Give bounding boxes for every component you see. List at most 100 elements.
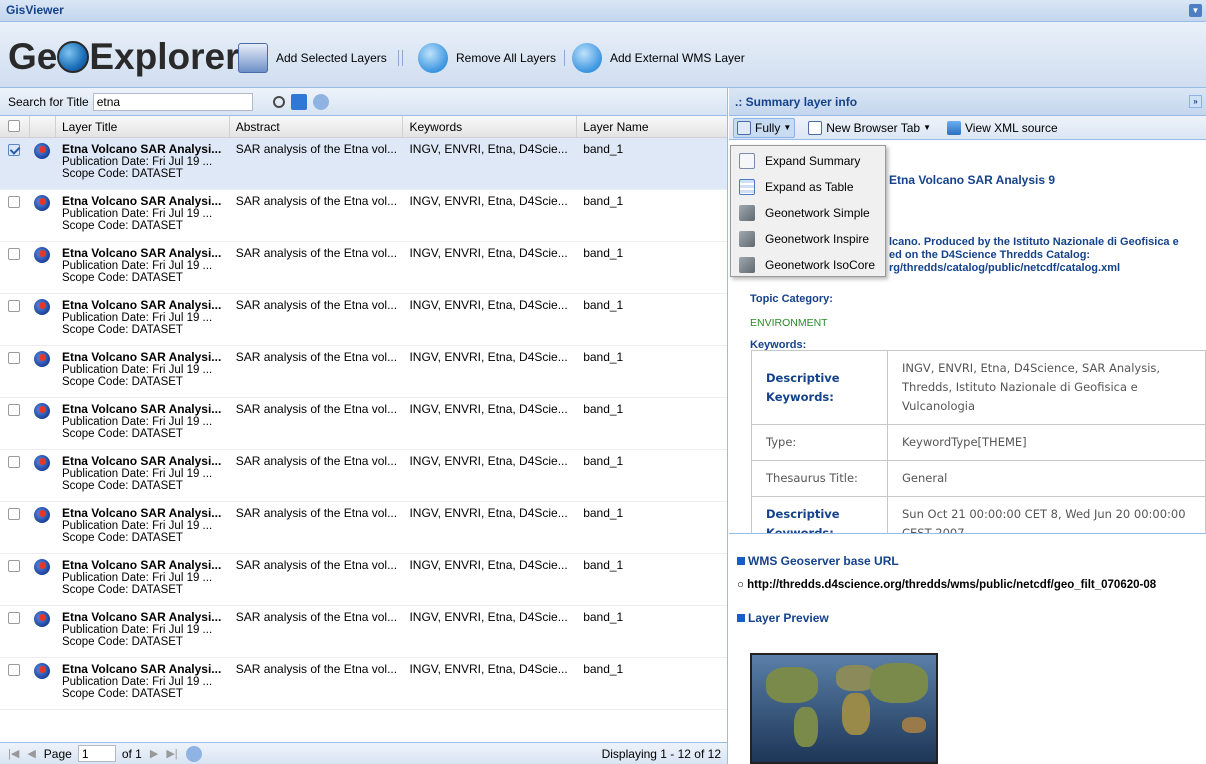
layer-title-cell: Etna Volcano SAR Analysi... Publication D…: [56, 658, 230, 709]
table-row[interactable]: Etna Volcano SAR Analysi... Publication D…: [0, 606, 727, 658]
menu-item-geonetwork-simple[interactable]: Geonetwork Simple: [731, 200, 885, 226]
row-checkbox[interactable]: [8, 404, 20, 416]
new-browser-tab-button[interactable]: New Browser Tab ▼: [805, 119, 934, 137]
publication-date: Publication Date: Fri Jul 19 ...: [61, 156, 213, 168]
table-row[interactable]: Etna Volcano SAR Analysi... Publication D…: [0, 190, 727, 242]
row-checkbox[interactable]: [8, 456, 20, 468]
globe-icon: [57, 41, 90, 73]
layer-icon: [33, 403, 50, 419]
row-checkbox[interactable]: [8, 352, 20, 364]
column-header-abstract[interactable]: Abstract: [230, 116, 404, 137]
geoexplorer-logo: Ge Explorer: [8, 36, 240, 77]
grid-header: Layer Title Abstract Keywords Layer Name: [0, 116, 727, 138]
table-row[interactable]: Etna Volcano SAR Analysi... Publication D…: [0, 450, 727, 502]
publication-date: Publication Date: Fri Jul 19 ...: [61, 208, 213, 220]
move-icon: [737, 120, 751, 135]
keywords-value: General: [887, 460, 1206, 497]
column-header-layer-name[interactable]: Layer Name: [577, 116, 727, 137]
search-input[interactable]: [92, 92, 253, 111]
keywords-value: KeywordType[THEME]: [887, 424, 1206, 461]
add-selected-layers-button[interactable]: Add Selected Layers: [238, 42, 387, 74]
xml-icon: [947, 120, 962, 135]
row-checkbox[interactable]: [8, 300, 20, 312]
prev-page-icon[interactable]: ◀: [27, 747, 35, 760]
remove-all-layers-button[interactable]: Remove All Layers: [418, 42, 556, 74]
table-row[interactable]: Etna Volcano SAR Analysi... Publication D…: [0, 294, 727, 346]
refresh-icon[interactable]: [185, 745, 202, 762]
menu-item-expand-summary[interactable]: Expand Summary: [731, 148, 885, 174]
select-all-checkbox[interactable]: [8, 120, 20, 132]
page-count: of 1: [121, 746, 142, 761]
row-checkbox[interactable]: [8, 248, 20, 260]
keywords-row: Descriptive Keywords: INGV, ENVRI, Etna, …: [751, 350, 1206, 425]
layer-title: Etna Volcano SAR Analysi...: [61, 194, 222, 208]
keywords-key: Thesaurus Title:: [751, 460, 888, 497]
bullet-icon: [737, 557, 745, 565]
publication-date: Publication Date: Fri Jul 19 ...: [61, 572, 213, 584]
keywords-cell: INGV, ENVRI, Etna, D4Scie...: [409, 142, 568, 156]
layer-icon: [33, 663, 50, 679]
table-row[interactable]: Etna Volcano SAR Analysi... Publication D…: [0, 502, 727, 554]
layer-title-cell: Etna Volcano SAR Analysi... Publication D…: [56, 398, 230, 449]
keywords-cell: INGV, ENVRI, Etna, D4Scie...: [409, 662, 568, 676]
scope-code: Scope Code: DATASET: [61, 220, 183, 232]
layer-icon: [33, 143, 50, 159]
table-row[interactable]: Etna Volcano SAR Analysi... Publication D…: [0, 346, 727, 398]
row-checkbox[interactable]: [8, 612, 20, 624]
table-row[interactable]: Etna Volcano SAR Analysi... Publication D…: [0, 658, 727, 710]
next-page-icon[interactable]: ▶: [150, 747, 158, 760]
column-header-keywords[interactable]: Keywords: [403, 116, 578, 137]
publication-date: Publication Date: Fri Jul 19 ...: [61, 364, 213, 376]
menu-item-geonetwork-isocore[interactable]: Geonetwork IsoCore: [731, 252, 885, 278]
column-header-title[interactable]: Layer Title: [56, 116, 230, 137]
table-row[interactable]: Etna Volcano SAR Analysi... Publication D…: [0, 398, 727, 450]
layer-name-cell: band_1: [583, 506, 624, 520]
abstract-cell: SAR analysis of the Etna vol...: [235, 506, 398, 520]
keywords-cell: INGV, ENVRI, Etna, D4Scie...: [409, 298, 568, 312]
menu-item-geonetwork-inspire[interactable]: Geonetwork Inspire: [731, 226, 885, 252]
menu-item-expand-table[interactable]: Expand as Table: [731, 174, 885, 200]
page-input[interactable]: [77, 745, 116, 762]
icon-column-header: [30, 116, 56, 137]
row-checkbox[interactable]: [8, 560, 20, 572]
layer-title: Etna Volcano SAR Analysi...: [61, 350, 222, 364]
keywords-value: Sun Oct 21 00:00:00 CET 8, Wed Jun 20 00…: [887, 496, 1206, 533]
refresh-icon[interactable]: [312, 93, 329, 110]
displaying-count: Displaying 1 - 12 of 12: [601, 746, 721, 761]
search-icon[interactable]: [272, 95, 285, 108]
abstract-cell: SAR analysis of the Etna vol...: [235, 142, 398, 156]
table-row[interactable]: Etna Volcano SAR Analysi... Publication D…: [0, 242, 727, 294]
publication-date: Publication Date: Fri Jul 19 ...: [61, 468, 213, 480]
main-toolbar: Ge Explorer Add Selected Layers Remove Al…: [0, 22, 1206, 88]
preview-title: Layer Preview: [748, 611, 829, 625]
row-checkbox[interactable]: [8, 144, 20, 156]
row-checkbox[interactable]: [8, 196, 20, 208]
map-landmass: [842, 693, 870, 735]
add-external-wms-button[interactable]: Add External WMS Layer: [572, 42, 745, 74]
publication-date: Publication Date: Fri Jul 19 ...: [61, 520, 213, 532]
publication-date: Publication Date: Fri Jul 19 ...: [61, 312, 213, 324]
table-row[interactable]: Etna Volcano SAR Analysi... Publication D…: [0, 554, 727, 606]
toolbar-separator: [402, 50, 403, 66]
table-row[interactable]: Etna Volcano SAR Analysi... Publication D…: [0, 138, 727, 190]
last-page-icon[interactable]: ▶|: [166, 747, 177, 760]
wms-url[interactable]: ○ http://thredds.d4science.org/thredds/w…: [737, 579, 1156, 591]
row-checkbox[interactable]: [8, 664, 20, 676]
first-page-icon[interactable]: |◀: [8, 747, 19, 760]
expand-icon[interactable]: »: [1189, 95, 1202, 108]
search-label: Search for Title: [8, 94, 89, 109]
publication-date: Publication Date: Fri Jul 19 ...: [61, 416, 213, 428]
view-xml-source-button[interactable]: View XML source: [944, 119, 1061, 137]
row-checkbox-cell: [0, 242, 30, 293]
layer-title: Etna Volcano SAR Analysis 9: [889, 173, 1056, 187]
layer-icon-cell: [30, 294, 56, 345]
fully-menu-button[interactable]: Fully ▼: [733, 117, 796, 138]
layer-icon: [33, 559, 50, 575]
abstract-cell: SAR analysis of the Etna vol...: [235, 194, 398, 208]
clear-icon[interactable]: [290, 93, 307, 110]
row-checkbox[interactable]: [8, 508, 20, 520]
collapse-icon[interactable]: ▼: [1189, 4, 1202, 17]
remove-icon: [418, 43, 448, 73]
abstract-line: rg/thredds/catalog/public/netcdf/catalog…: [889, 262, 1121, 274]
layer-title: Etna Volcano SAR Analysi...: [61, 610, 222, 624]
